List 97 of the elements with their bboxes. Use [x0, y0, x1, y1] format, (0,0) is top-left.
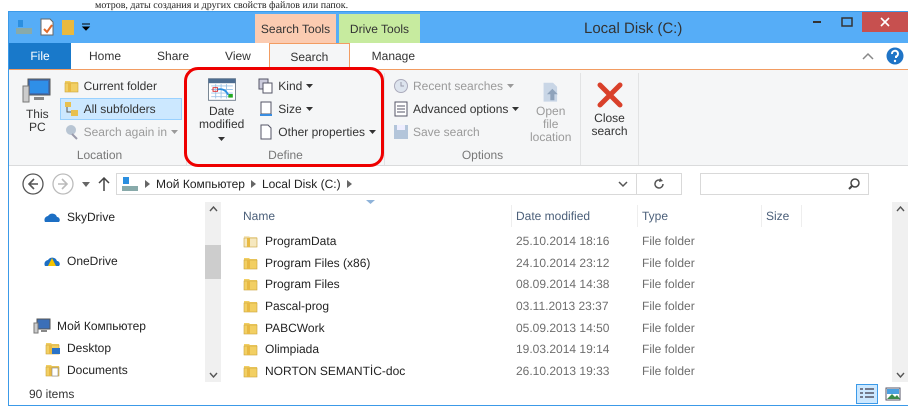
documents-folder-icon: [45, 362, 61, 378]
nav-item[interactable]: Desktop: [45, 337, 112, 359]
ribbon-button[interactable]: All subfolders: [60, 98, 182, 120]
scroll-down-icon[interactable]: [208, 372, 218, 378]
chevron-icon[interactable]: [145, 180, 150, 188]
up-button[interactable]: [98, 177, 110, 191]
ribbon-tab[interactable]: Home: [71, 43, 140, 69]
table-cell-text: 08.09.2014 14:38: [515, 277, 610, 292]
search-folder-icon: [64, 124, 80, 140]
list-icon: [393, 101, 409, 117]
file-tab[interactable]: File: [9, 43, 71, 69]
search-field[interactable]: [700, 173, 869, 195]
chevron-icon[interactable]: [250, 180, 256, 188]
ribbon-button[interactable]: Date modified: [191, 73, 252, 147]
documents-icon: [258, 78, 274, 94]
chevron-icon[interactable]: [346, 180, 352, 188]
column-header[interactable]: Name: [239, 204, 512, 227]
close-button[interactable]: [862, 12, 908, 32]
file-name: ProgramData: [265, 234, 336, 248]
ribbon-button[interactable]: Close search: [585, 73, 634, 147]
table-cell-text: File folder: [641, 298, 696, 313]
computer-icon: [33, 318, 51, 334]
table-cell-text: 19.03.2014 19:14: [515, 342, 610, 356]
close-icon: [594, 80, 624, 110]
page-icon: [258, 101, 274, 117]
table-cell-text: 05.09.2013 14:50: [515, 320, 610, 335]
minimize-icon: [813, 21, 821, 23]
subfolders-icon: [64, 101, 80, 117]
ribbon-tab[interactable]: View: [207, 43, 269, 69]
breadcrumb[interactable]: Мой Компьютер: [156, 177, 245, 191]
file-name: NORTON SEMANTİC-doc: [265, 364, 406, 378]
clock-icon: [393, 78, 409, 94]
table-cell-text: 03.11.2013 23:37: [515, 298, 610, 313]
details-view-icon: [859, 387, 875, 401]
refresh-icon[interactable]: [653, 178, 665, 190]
ribbon-tab[interactable]: Share: [139, 43, 208, 69]
table-cell-text: File folder: [641, 364, 696, 378]
nav-item[interactable]: OneDrive: [43, 250, 118, 272]
context-tab-label: Search Tools: [255, 14, 336, 43]
context-tab-label: Drive Tools: [339, 14, 420, 43]
file-name: Program Files (x86): [265, 256, 370, 270]
window-title: Local Disk (C:): [584, 20, 682, 37]
file-name: Pascal-prog: [265, 298, 330, 313]
ribbon-button[interactable]: Other properties: [254, 121, 380, 143]
nav-item[interactable]: Documents: [45, 359, 128, 381]
ribbon-button[interactable]: Size: [254, 98, 380, 120]
table-cell-text: File folder: [641, 277, 696, 292]
column-header[interactable]: Type: [638, 204, 762, 227]
table-cell-text: 25.10.2014 18:16: [515, 234, 610, 248]
group-label: Options: [460, 147, 504, 163]
nav-item[interactable]: Мой Компьютер: [33, 315, 146, 337]
file-name: PABCWork: [265, 320, 325, 335]
scroll-up-icon[interactable]: [208, 206, 218, 212]
nav-item[interactable]: SkyDrive: [43, 206, 116, 228]
thumbnail-view-icon: [885, 387, 901, 401]
desktop-folder-icon: [45, 340, 61, 356]
column-header[interactable]: Date modified: [512, 204, 638, 227]
scrollbar[interactable]: [205, 202, 221, 382]
table-cell-text: File folder: [641, 256, 696, 270]
properties-icon[interactable]: [39, 18, 55, 36]
drive-icon: [121, 176, 139, 192]
details-view-button[interactable]: [856, 384, 878, 404]
table-cell-text: 26.10.2013 19:33: [515, 364, 610, 378]
table-cell-text: File folder: [641, 234, 696, 248]
help-icon[interactable]: [886, 47, 904, 65]
ribbon-button[interactable]: This PC: [17, 73, 58, 147]
ribbon-button[interactable]: Kind: [254, 75, 380, 97]
scrollbar-thumb[interactable]: [205, 245, 221, 279]
caption-text: мотров, даты создания и других свойств файлов или папок.: [95, 0, 348, 11]
item-count: 90 items: [29, 387, 74, 401]
table-cell-text: File folder: [641, 342, 696, 356]
maximize-icon: [841, 17, 853, 27]
customize-icon[interactable]: [81, 22, 91, 32]
ribbon-tab[interactable]: Manage: [352, 43, 434, 69]
column-header[interactable]: Size: [762, 204, 802, 227]
table-cell-text: File folder: [641, 320, 696, 335]
address-bar[interactable]: Мой Компьютер Local Disk (C:): [116, 173, 682, 195]
collapse-ribbon-icon[interactable]: [862, 52, 874, 60]
recent-locations-icon[interactable]: [82, 182, 90, 186]
dropdown-icon[interactable]: [618, 180, 628, 188]
folder-icon: [64, 78, 80, 94]
table-cell-text: 24.10.2014 23:12: [515, 256, 610, 270]
search-icon: [848, 178, 860, 190]
group-label: Define: [267, 147, 304, 163]
scrollbar[interactable]: [892, 202, 908, 382]
scroll-down-icon[interactable]: [896, 372, 904, 378]
ribbon-button[interactable]: Advanced options: [389, 98, 524, 120]
breadcrumb[interactable]: Local Disk (C:): [262, 177, 341, 191]
group-label: Location: [76, 147, 124, 163]
file-name: Program Files: [265, 277, 340, 292]
scroll-up-icon[interactable]: [896, 206, 904, 212]
save-icon: [393, 124, 409, 140]
close-icon: [879, 17, 891, 27]
file-name: Olimpiada: [265, 342, 320, 356]
back-button[interactable]: [22, 173, 44, 195]
page-icon: [258, 124, 274, 140]
ribbon-button[interactable]: Current folder: [60, 75, 182, 97]
